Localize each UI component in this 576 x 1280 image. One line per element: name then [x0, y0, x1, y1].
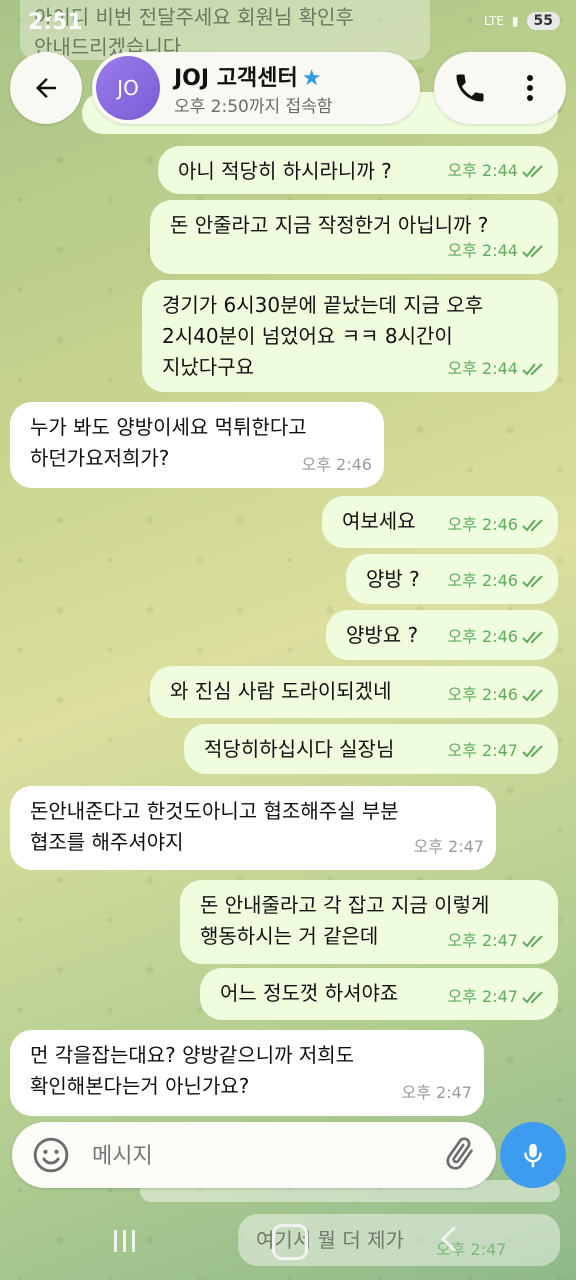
message-text: 여보세요 [342, 509, 416, 533]
message-text: 아니 적당히 하시라니까 ? [178, 159, 392, 183]
outgoing-message[interactable]: 어느 정도껏 하셔야죠 오후 2:47 [200, 968, 558, 1020]
double-check-icon [522, 574, 543, 587]
back-arrow-icon [36, 78, 56, 98]
double-check-icon [522, 990, 543, 1003]
message-time: 오후 2:46 [301, 455, 372, 474]
outgoing-message[interactable]: 돈 안내줄라고 각 잡고 지금 이렇게 행동하시는 거 같은데 오후 2:47 [180, 880, 558, 964]
signal-icon: ▮ [511, 14, 519, 28]
message-meta: 오후 2:46 [448, 565, 546, 596]
message-text: 적당히하십시다 실장님 [204, 737, 395, 761]
message-composer [12, 1122, 496, 1188]
message-meta: 오후 2:47 [448, 735, 546, 766]
incoming-message[interactable]: 누가 봐도 양방이세요 먹튀한다고 하던가요저희가? 오후 2:46 [10, 402, 384, 488]
double-check-icon [522, 244, 543, 257]
message-meta: 오후 2:47 [402, 1077, 472, 1108]
double-check-icon [522, 362, 543, 375]
outgoing-message[interactable]: 아니 적당히 하시라니까 ? 오후 2:44 [158, 146, 558, 194]
message-meta: 오후 2:47 [448, 981, 546, 1012]
message-time: 오후 2:47 [447, 987, 518, 1006]
message-text: 돈 안내줄라고 각 잡고 지금 이렇게 행동하시는 거 같은데 [200, 893, 490, 948]
emoji-icon[interactable] [32, 1136, 70, 1174]
avatar[interactable]: JO [96, 56, 160, 120]
outgoing-message[interactable]: 와 진심 사람 도라이되겠네 오후 2:46 [150, 666, 558, 718]
message-time: 오후 2:44 [447, 241, 518, 260]
message-time: 오후 2:46 [447, 685, 518, 704]
battery-badge: 55 [526, 12, 560, 30]
outgoing-message[interactable]: 양방 ? 오후 2:46 [346, 554, 558, 604]
back-button[interactable] [10, 52, 82, 124]
double-check-icon [522, 688, 543, 701]
message-meta: 오후 2:47 [414, 831, 484, 862]
message-time: 오후 2:47 [401, 1083, 472, 1102]
message-text: 양방요 ? [346, 623, 419, 647]
outgoing-message[interactable]: 돈 안줄라고 지금 작정한거 아닙니까 ? 오후 2:44 [150, 200, 558, 274]
message-time: 오후 2:46 [447, 571, 518, 590]
message-time: 오후 2:47 [447, 931, 518, 950]
header-actions [434, 52, 566, 124]
mic-icon [524, 1143, 542, 1168]
incoming-message[interactable]: 먼 각을잡는대요? 양방같으니까 저희도 확인해본다는거 아닌가요? 오후 2:4… [10, 1030, 484, 1116]
system-nav-bar [0, 1200, 576, 1280]
outgoing-message[interactable]: 적당히하십시다 실장님 오후 2:47 [184, 724, 558, 774]
home-icon[interactable] [272, 1224, 308, 1260]
double-check-icon [522, 630, 543, 643]
incoming-message[interactable]: 돈안내준다고 한것도아니고 협조해주실 부분 협조를 해주셔야지오후 2:47 [10, 786, 496, 870]
chat-title: JOJ 고객센터 [174, 66, 298, 91]
phone-icon[interactable] [452, 70, 488, 106]
outgoing-message[interactable]: 경기가 6시30분에 끝났는데 지금 오후 2시40분이 넘었어요 ㅋㅋ 8시간… [142, 280, 558, 392]
message-text: 경기가 6시30분에 끝났는데 지금 오후 2시40분이 넘었어요 ㅋㅋ 8시간… [162, 293, 484, 379]
message-text: 와 진심 사람 도라이되겠네 [170, 679, 392, 703]
message-input[interactable] [90, 1134, 434, 1178]
last-seen-status: 오후 2:50까지 접속함 [174, 97, 333, 117]
message-meta: 오후 2:44 [448, 235, 546, 266]
message-time: 오후 2:46 [447, 627, 518, 646]
message-text: 돈 안줄라고 지금 작정한거 아닙니까 ? [170, 213, 489, 237]
network-label: LTE [483, 14, 504, 28]
outgoing-message[interactable]: 양방요 ? 오후 2:46 [326, 610, 558, 660]
chat-header[interactable]: JO JOJ 고객센터 ★ 오후 2:50까지 접속함 [92, 52, 420, 124]
recent-apps-icon[interactable] [110, 1228, 140, 1254]
message-meta: 오후 2:44 [448, 155, 546, 186]
message-meta: 오후 2:44 [448, 353, 546, 384]
message-meta: 오후 2:46 [448, 509, 546, 540]
more-vert-icon[interactable] [518, 70, 542, 106]
message-text: 돈안내준다고 한것도아니고 협조해주실 부분 협조를 해주셔야지 [30, 799, 399, 854]
double-check-icon [522, 518, 543, 531]
message-time: 오후 2:47 [447, 741, 518, 760]
message-time: 오후 2:47 [413, 837, 484, 856]
outgoing-message[interactable]: 여보세요 오후 2:46 [322, 496, 558, 548]
status-bar: 2:51 LTE ▮ 55 [0, 0, 576, 44]
chat-title-row: JOJ 고객센터 ★ [174, 60, 321, 92]
nav-back-icon[interactable] [438, 1224, 460, 1254]
message-meta: 오후 2:46 [302, 449, 372, 480]
message-text: 먼 각을잡는대요? 양방같으니까 저희도 확인해본다는거 아닌가요? [30, 1043, 355, 1098]
message-meta: 오후 2:46 [448, 679, 546, 710]
double-check-icon [522, 744, 543, 757]
attach-icon[interactable] [440, 1134, 480, 1174]
message-time: 오후 2:44 [447, 359, 518, 378]
message-meta: 오후 2:46 [448, 621, 546, 652]
message-meta: 오후 2:47 [448, 925, 546, 956]
message-time: 오후 2:44 [447, 161, 518, 180]
message-time: 오후 2:46 [447, 515, 518, 534]
status-time: 2:51 [28, 10, 83, 35]
message-text: 누가 봐도 양방이세요 먹튀한다고 하던가요저희가? [30, 415, 307, 470]
message-text: 어느 정도껏 하셔야죠 [220, 981, 399, 1005]
voice-record-button[interactable] [500, 1122, 566, 1188]
message-text: 양방 ? [366, 567, 420, 591]
double-check-icon [522, 164, 543, 177]
double-check-icon [522, 934, 543, 947]
status-icons: LTE ▮ 55 [484, 12, 560, 30]
star-icon: ★ [301, 66, 322, 91]
